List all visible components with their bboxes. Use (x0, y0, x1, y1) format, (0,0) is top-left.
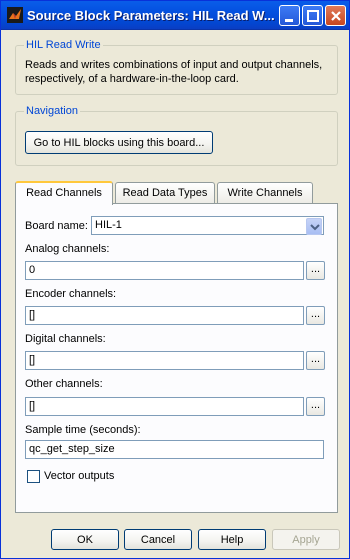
digital-channels-input[interactable]: [] (25, 351, 304, 370)
close-icon (331, 11, 341, 21)
block-description: Reads and writes combinations of input a… (25, 59, 323, 85)
encoder-channels-input[interactable]: [] (25, 306, 304, 325)
chevron-down-icon[interactable] (306, 218, 322, 235)
apply-button[interactable]: Apply (272, 529, 340, 550)
sample-time-input[interactable]: qc_get_step_size (25, 440, 324, 459)
encoder-channels-browse-button[interactable]: ... (306, 306, 325, 325)
encoder-channels-label: Encoder channels: (25, 288, 117, 300)
description-legend: HIL Read Write (24, 39, 103, 51)
minimize-button[interactable] (279, 5, 300, 26)
navigation-legend: Navigation (24, 105, 80, 117)
digital-channels-label: Digital channels: (25, 333, 106, 345)
tab-read-data-types[interactable]: Read Data Types (115, 182, 215, 204)
other-channels-input[interactable]: [] (25, 397, 304, 416)
close-button[interactable] (325, 5, 346, 26)
analog-channels-input[interactable]: 0 (25, 261, 304, 280)
board-name-select[interactable]: HIL-1 (91, 216, 324, 235)
analog-channels-label: Analog channels: (25, 243, 110, 255)
board-name-label: Board name: (25, 220, 88, 232)
minimize-icon (285, 19, 293, 22)
analog-channels-browse-button[interactable]: ... (306, 261, 325, 280)
window-title: Source Block Parameters: HIL Read W... (27, 8, 275, 23)
other-channels-browse-button[interactable]: ... (306, 397, 325, 416)
sample-time-label: Sample time (seconds): (25, 424, 141, 436)
dialog-window: Source Block Parameters: HIL Read W... H… (0, 0, 350, 559)
title-bar[interactable]: Source Block Parameters: HIL Read W... (1, 1, 349, 30)
maximize-button[interactable] (302, 5, 323, 26)
vector-outputs-label: Vector outputs (44, 470, 115, 482)
tab-write-channels[interactable]: Write Channels (217, 182, 313, 204)
ok-button[interactable]: OK (51, 529, 119, 550)
vector-outputs-checkbox[interactable] (27, 470, 40, 483)
digital-channels-browse-button[interactable]: ... (306, 351, 325, 370)
matlab-logo-icon (7, 7, 23, 23)
tab-read-channels[interactable]: Read Channels (15, 181, 113, 205)
board-name-value: HIL-1 (95, 219, 122, 231)
go-to-hil-blocks-button[interactable]: Go to HIL blocks using this board... (25, 131, 213, 154)
maximize-icon (307, 10, 319, 22)
other-channels-label: Other channels: (25, 378, 103, 390)
cancel-button[interactable]: Cancel (124, 529, 192, 550)
help-button[interactable]: Help (198, 529, 266, 550)
